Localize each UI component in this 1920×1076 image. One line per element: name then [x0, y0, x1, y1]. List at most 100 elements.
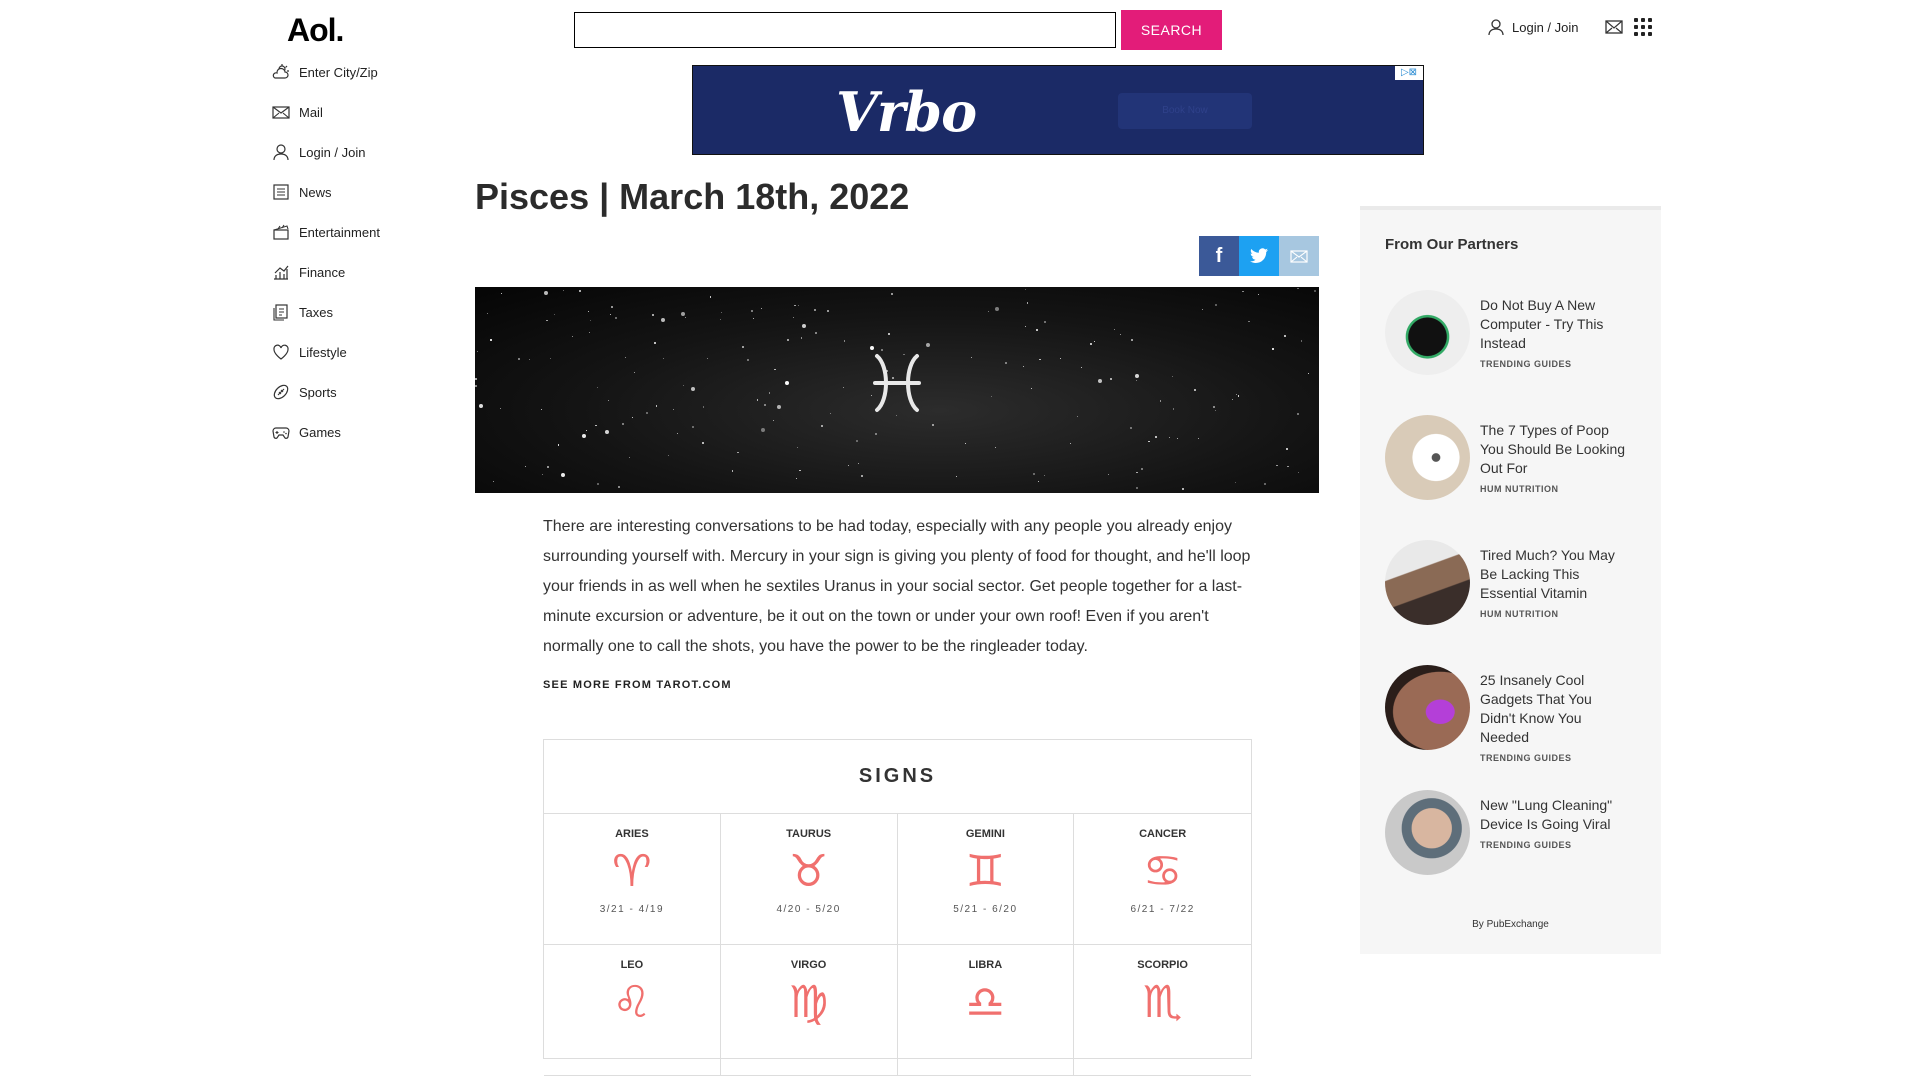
star-dot: [827, 310, 830, 313]
adchoices-icon[interactable]: ▷⊠: [1395, 66, 1423, 80]
star-dot: [581, 434, 586, 439]
pubexchange-byline[interactable]: By PubExchange: [1360, 919, 1661, 930]
star-dot: [1043, 321, 1046, 324]
star-dot: [653, 341, 656, 344]
star-dot: [1131, 338, 1134, 341]
star-dot: [684, 317, 686, 319]
star-dot: [702, 406, 704, 408]
apps-grid-icon[interactable]: [1634, 18, 1652, 36]
sign-taurus[interactable]: TAURUS ♉ 4/20 - 5/20: [720, 814, 898, 945]
star-dot: [540, 408, 543, 410]
twitter-share-button[interactable]: [1239, 236, 1279, 276]
star-dot: [1297, 288, 1299, 290]
star-dot: [888, 333, 890, 335]
sidebar-item-taxes[interactable]: Taxes: [272, 302, 422, 322]
search-button[interactable]: SEARCH: [1121, 10, 1222, 50]
star-dot: [1194, 389, 1197, 392]
star-dot: [1286, 448, 1289, 451]
partner-item[interactable]: The 7 Types of Poop You Should Be Lookin…: [1385, 415, 1630, 500]
facebook-icon: f: [1215, 244, 1223, 267]
star-dot: [1024, 288, 1026, 290]
sidebar-item-login[interactable]: Login / Join: [272, 142, 422, 162]
sidebar-item-label: Games: [299, 424, 341, 440]
star-dot: [1035, 328, 1038, 331]
star-dot: [607, 400, 609, 402]
sign-dates: 3/21 - 4/19: [599, 904, 665, 915]
sidebar-item-entertainment[interactable]: Entertainment: [272, 222, 422, 242]
sign-leo[interactable]: LEO ♌: [544, 945, 721, 1076]
email-share-button[interactable]: [1279, 236, 1319, 276]
share-bar: f: [1199, 236, 1319, 276]
header-login-link[interactable]: Login / Join: [1488, 18, 1579, 36]
star-dot: [1031, 387, 1033, 389]
sidebar-item-sports[interactable]: Sports: [272, 382, 422, 402]
star-dot: [796, 478, 798, 480]
star-dot: [589, 332, 591, 334]
partner-item[interactable]: 25 Insanely Cool Gadgets That You Didn't…: [1385, 665, 1630, 763]
star-dot: [662, 357, 664, 359]
sidebar-item-weather[interactable]: Enter City/Zip: [272, 62, 422, 82]
facebook-share-button[interactable]: f: [1199, 236, 1239, 276]
star-dot: [847, 465, 850, 467]
star-dot: [742, 345, 745, 348]
sign-aries[interactable]: ARIES ♈ 3/21 - 4/19: [544, 814, 721, 945]
news-icon: [273, 184, 289, 200]
star-dot: [499, 408, 501, 410]
partner-item[interactable]: New "Lung Cleaning" Device Is Going Vira…: [1385, 790, 1630, 875]
star-dot: [988, 311, 990, 313]
star-dot: [1232, 398, 1234, 401]
star-dot: [990, 396, 993, 398]
advertisement-banner[interactable]: Vrbo Book Now ▷⊠: [692, 65, 1424, 155]
sidebar-item-games[interactable]: Games: [272, 422, 422, 442]
sign-libra[interactable]: LIBRA ♎: [897, 945, 1075, 1076]
sign-gemini[interactable]: GEMINI ♊ 5/21 - 6/20: [897, 814, 1075, 945]
ad-cta-button[interactable]: Book Now: [1118, 93, 1252, 129]
star-dot: [585, 430, 587, 432]
partner-title: Do Not Buy A New Computer - Try This Ins…: [1480, 297, 1604, 351]
mail-icon[interactable]: [1605, 20, 1623, 34]
partners-heading: From Our Partners: [1385, 236, 1519, 253]
sidebar-item-mail[interactable]: Mail: [272, 102, 422, 122]
partner-item[interactable]: Do Not Buy A New Computer - Try This Ins…: [1385, 290, 1630, 375]
star-dot: [1135, 379, 1137, 381]
partner-source: HUM NUTRITION: [1480, 484, 1559, 494]
star-dot: [1130, 426, 1133, 429]
star-dot: [475, 378, 478, 380]
star-dot: [624, 356, 627, 358]
aries-icon: ♈: [612, 846, 652, 897]
partner-item[interactable]: Tired Much? You May Be Lacking This Esse…: [1385, 540, 1630, 625]
signs-grid: ARIES ♈ 3/21 - 4/19 TAURUS ♉ 4/20 - 5/20…: [544, 814, 1251, 1076]
star-dot: [720, 318, 722, 320]
sign-scorpio[interactable]: SCORPIO ♏: [1074, 945, 1251, 1076]
sign-name: VIRGO: [790, 959, 827, 971]
star-dot: [525, 465, 527, 467]
star-dot: [633, 371, 636, 373]
sidebar-item-news[interactable]: News: [272, 182, 422, 202]
star-dot: [702, 441, 705, 444]
twitter-icon: [1250, 248, 1268, 263]
star-dot: [1197, 437, 1199, 440]
star-dot: [597, 483, 600, 486]
see-more-link[interactable]: SEE MORE FROM TAROT.COM: [543, 679, 732, 691]
sidebar-item-label: Entertainment: [299, 224, 380, 240]
star-dot: [632, 416, 634, 419]
aol-logo[interactable]: Aol.: [287, 12, 344, 49]
sidebar-item-lifestyle[interactable]: Lifestyle: [272, 342, 422, 362]
sign-virgo[interactable]: VIRGO ♍: [720, 945, 898, 1076]
star-dot: [995, 446, 997, 448]
partner-thumbnail: [1385, 790, 1470, 875]
search-input[interactable]: [574, 12, 1116, 48]
star-dot: [1248, 320, 1250, 323]
sidebar-item-finance[interactable]: Finance: [272, 262, 422, 282]
star-dot: [772, 419, 775, 422]
star-dot: [673, 408, 675, 410]
scorpio-icon: ♏: [1142, 977, 1183, 1028]
sign-cancer[interactable]: CANCER ♋ 6/21 - 7/22: [1074, 814, 1251, 945]
star-dot: [1301, 340, 1303, 342]
partner-source: HUM NUTRITION: [1480, 609, 1559, 619]
star-dot: [610, 306, 613, 309]
star-dot: [874, 433, 877, 436]
star-dot: [1181, 487, 1184, 490]
star-dot: [1089, 342, 1092, 345]
star-dot: [475, 385, 478, 388]
